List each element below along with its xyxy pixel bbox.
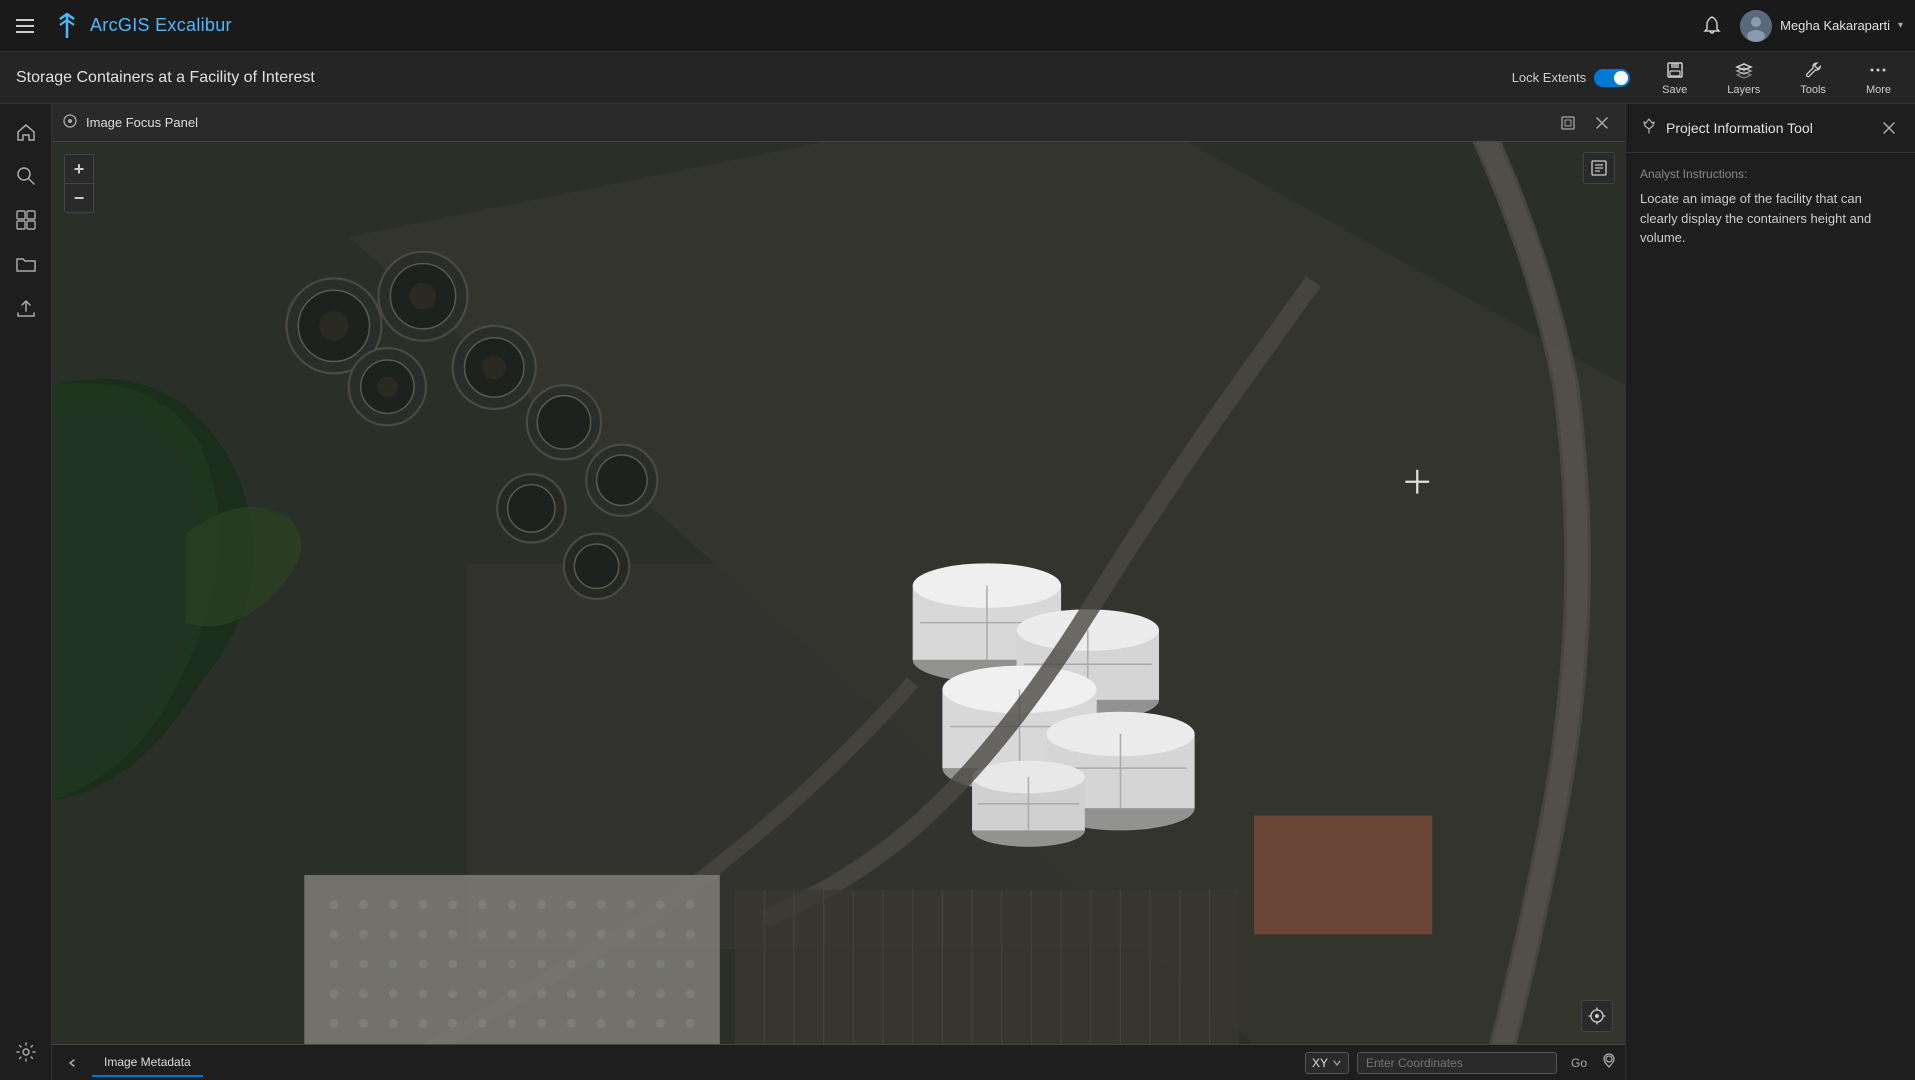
app-title: ArcGIS Excalibur [90, 15, 232, 36]
hamburger-menu-button[interactable] [12, 12, 40, 40]
reset-view-button[interactable] [1581, 1000, 1613, 1032]
app-logo: ArcGIS Excalibur [52, 11, 232, 41]
lock-extents-toggle[interactable] [1594, 69, 1630, 87]
coordinate-input[interactable] [1357, 1052, 1557, 1074]
more-label: More [1866, 84, 1891, 96]
save-label: Save [1662, 84, 1687, 96]
sidebar-item-home[interactable] [6, 112, 46, 152]
tools-label: Tools [1800, 84, 1826, 96]
topbar: ArcGIS Excalibur Megha Kakaraparti ▾ [0, 0, 1915, 52]
save-icon [1664, 59, 1686, 81]
more-icon [1867, 59, 1889, 81]
topbar-right: Megha Kakaraparti ▾ [1700, 10, 1903, 42]
tools-icon [1802, 59, 1824, 81]
go-button[interactable]: Go [1565, 1053, 1593, 1073]
panel-expand-button[interactable] [1555, 110, 1581, 136]
left-sidebar [0, 104, 52, 1080]
coord-system-select[interactable]: XY [1305, 1052, 1349, 1074]
arcgis-logo-icon [52, 11, 82, 41]
more-button[interactable]: More [1858, 55, 1899, 100]
satellite-view: + − [52, 142, 1625, 1044]
location-pin-icon [1601, 1053, 1617, 1072]
avatar [1740, 10, 1772, 42]
topbar-left: ArcGIS Excalibur [12, 11, 1700, 41]
panel-title-icon [62, 113, 78, 132]
sidebar-item-grid[interactable] [6, 200, 46, 240]
user-name: Megha Kakaraparti [1780, 18, 1890, 33]
right-panel-close-button[interactable] [1877, 116, 1901, 140]
sidebar-item-folder[interactable] [6, 244, 46, 284]
toolbar-right: Lock Extents Save Layers [1512, 55, 1899, 100]
metadata-corner-button[interactable] [1583, 152, 1615, 184]
layers-label: Layers [1727, 84, 1760, 96]
sidebar-item-upload[interactable] [6, 288, 46, 328]
sidebar-item-settings[interactable] [6, 1032, 46, 1072]
layers-icon [1733, 59, 1755, 81]
page-title: Storage Containers at a Facility of Inte… [16, 69, 1512, 87]
right-panel-title: Project Information Tool [1666, 120, 1869, 136]
secondary-toolbar: Storage Containers at a Facility of Inte… [0, 52, 1915, 104]
notification-icon[interactable] [1700, 14, 1724, 38]
image-panel-header: Image Focus Panel [52, 104, 1625, 142]
lock-extents-control: Lock Extents [1512, 69, 1630, 87]
user-info[interactable]: Megha Kakaraparti ▾ [1740, 10, 1903, 42]
right-panel-header: Project Information Tool [1626, 104, 1915, 153]
bottom-bar: Image Metadata XY Go [52, 1044, 1625, 1080]
layers-button[interactable]: Layers [1719, 55, 1768, 100]
right-panel: Project Information Tool Analyst Instruc… [1625, 104, 1915, 1080]
sidebar-item-search[interactable] [6, 156, 46, 196]
tools-button[interactable]: Tools [1792, 55, 1834, 100]
lock-extents-label: Lock Extents [1512, 70, 1586, 85]
zoom-out-button[interactable]: − [65, 184, 93, 212]
coordinate-section: XY Go [1305, 1052, 1617, 1074]
panel-title-text: Image Focus Panel [86, 115, 1547, 130]
coord-system-value: XY [1312, 1056, 1328, 1070]
panel-close-button[interactable] [1589, 110, 1615, 136]
analyst-instructions-label: Analyst Instructions: [1640, 167, 1901, 181]
main-content: Image Focus Panel [52, 104, 1915, 1080]
zoom-controls: + − [64, 154, 94, 213]
zoom-in-button[interactable]: + [65, 155, 93, 183]
user-dropdown-chevron: ▾ [1898, 20, 1903, 31]
pin-icon [1640, 117, 1658, 140]
image-panel: Image Focus Panel [52, 104, 1625, 1080]
bottom-bar-chevron[interactable] [60, 1051, 84, 1075]
right-panel-content: Analyst Instructions: Locate an image of… [1626, 153, 1915, 262]
save-button[interactable]: Save [1654, 55, 1695, 100]
analyst-instructions-text: Locate an image of the facility that can… [1640, 189, 1901, 248]
satellite-image [52, 142, 1625, 1044]
image-metadata-tab[interactable]: Image Metadata [92, 1049, 203, 1077]
